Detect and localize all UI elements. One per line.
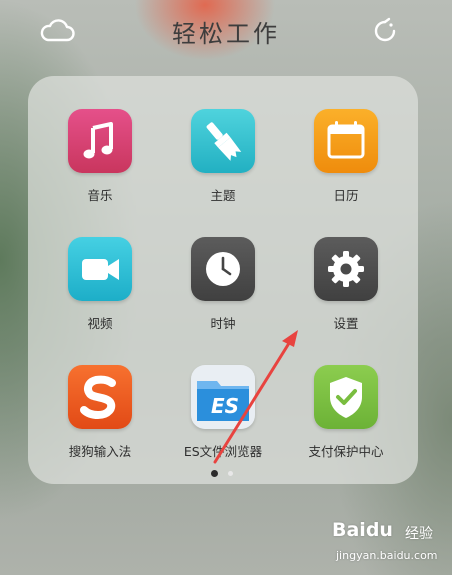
es-folder-icon[interactable]: ES [191,365,255,429]
app-sogou-input[interactable]: 搜狗输入法 [38,365,162,475]
page-dot-inactive[interactable] [228,471,233,476]
calendar-icon[interactable] [314,109,378,173]
app-label: 主题 [210,188,236,203]
app-label: 视频 [87,316,113,331]
app-label: 支付保护中心 [308,444,384,459]
gear-icon[interactable] [314,237,378,301]
svg-text:ES: ES [211,394,239,418]
app-label: ES文件浏览器 [183,444,263,459]
app-settings[interactable]: 设置 [284,237,408,347]
app-payment-protection[interactable]: 支付保护中心 [284,365,408,475]
baidu-logo: Baidu [332,519,393,541]
app-label: 音乐 [87,188,113,203]
app-calendar[interactable]: 日历 [284,109,408,219]
app-clock[interactable]: 时钟 [161,237,285,347]
app-label: 搜狗输入法 [68,444,132,459]
watermark-product: 经验 [405,526,433,542]
app-theme[interactable]: 主题 [161,109,285,219]
app-folder-panel: 音乐 主题 日历 视频 时钟 设置 搜狗输入法 ES ES文件浏览器 支付保护中… [28,76,418,484]
sogou-s-icon[interactable] [68,365,132,429]
app-video[interactable]: 视频 [38,237,162,347]
shield-check-icon[interactable] [314,365,378,429]
watermark-url: jingyan.baidu.com [336,549,438,562]
music-note-icon[interactable] [68,109,132,173]
clock-icon[interactable] [191,237,255,301]
app-label: 日历 [333,188,359,203]
video-camera-icon[interactable] [68,237,132,301]
baidu-jingyan-watermark: Baidu 经验 jingyan.baidu.com [332,515,452,575]
app-music[interactable]: 音乐 [38,109,162,219]
refresh-icon[interactable] [370,16,400,46]
app-es-file-explorer[interactable]: ES ES文件浏览器 [161,365,285,475]
paintbrush-icon[interactable] [191,109,255,173]
app-label: 设置 [333,316,359,331]
app-label: 时钟 [210,316,236,331]
folder-header: 轻松工作 [0,0,452,64]
page-indicator [0,470,452,480]
page-dot-active[interactable] [211,470,218,477]
